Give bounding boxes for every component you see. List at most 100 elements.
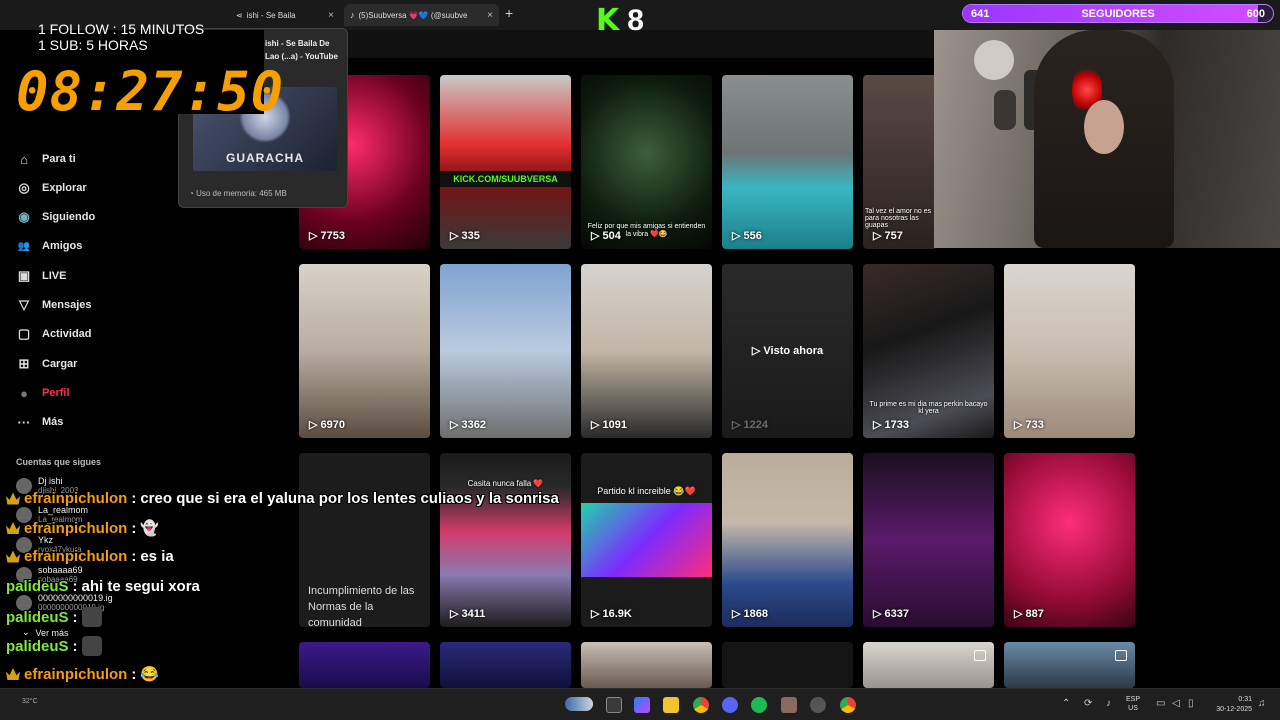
tab-share-icon: ⋖	[236, 10, 243, 20]
chat-message: palideuS:	[6, 636, 106, 656]
video-card[interactable]	[863, 642, 994, 688]
chat-separator: :	[72, 637, 78, 655]
chat-username[interactable]: efrainpichulon	[24, 490, 127, 507]
view-count: ▷ 1733	[873, 418, 909, 432]
video-caption: Partido kl increible 😂❤️	[597, 486, 696, 496]
sidebar-item-para-ti[interactable]: ⌂ Para ti	[16, 149, 76, 169]
video-card[interactable]	[299, 642, 430, 688]
chat-emote	[81, 607, 102, 627]
sync-icon[interactable]: ⟳	[1084, 698, 1092, 709]
view-count: ▷ 3411	[450, 607, 486, 621]
video-card[interactable]: Casita nunca falla ❤️ ▷ 3411	[440, 453, 571, 627]
chat-emote	[81, 636, 102, 656]
video-card[interactable]	[1004, 642, 1135, 688]
sidebar-item-amigos[interactable]: 👥 Amigos	[16, 236, 83, 256]
chat-separator: :	[72, 578, 78, 595]
tab-label: (5)Suubversa 💗💙 (@suubve	[358, 10, 468, 20]
sidebar-item-cargar[interactable]: ⊞ Cargar	[16, 354, 78, 374]
sidebar-item-label: Explorar	[42, 182, 87, 194]
video-card[interactable]: Tal vez el amor no es para nosotras las …	[863, 75, 935, 249]
compass-icon: ◎	[18, 180, 30, 195]
video-card[interactable]: ▷ 887	[1004, 453, 1135, 627]
sidebar-item-label: Cargar	[42, 358, 78, 370]
volume-icon[interactable]: ◁	[1172, 698, 1180, 709]
violation-notice: Incumplimiento de las Normas de la comun…	[308, 585, 415, 627]
chevron-up-icon[interactable]: ⌃	[1062, 698, 1070, 709]
discord-icon[interactable]	[722, 697, 738, 713]
new-tab-button[interactable]: +	[505, 5, 513, 21]
browser-tab-tiktok[interactable]: ♪ (5)Suubversa 💗💙 (@suubve ×	[344, 4, 499, 26]
sidebar-item-perfil[interactable]: ● Perfil	[16, 383, 69, 403]
search-box[interactable]	[565, 697, 593, 711]
video-card[interactable]: ▷ 6970	[299, 264, 430, 438]
sidebar-item-live[interactable]: ▣ LIVE	[16, 266, 67, 286]
video-caption: Tal vez el amor no es para nosotras las …	[865, 208, 932, 229]
sidebar-item-label: Actividad	[42, 328, 92, 340]
subathon-rules: 1 FOLLOW : 15 MINUTOS 1 SUB: 5 HORAS	[38, 21, 204, 53]
address-bar[interactable]	[344, 30, 944, 58]
play-icon: ▷	[309, 230, 318, 242]
chat-text: es ia	[140, 548, 174, 565]
video-card[interactable]: ▷ 556	[722, 75, 853, 249]
weather-widget[interactable]: 32°C	[22, 698, 38, 705]
sidebar-item-explorar[interactable]: ◎ Explorar	[16, 178, 87, 198]
chat-separator: :	[131, 490, 137, 507]
language-indicator[interactable]: ESP US	[1126, 695, 1140, 713]
video-caption: Casita nunca falla ❤️	[467, 479, 544, 488]
video-card[interactable]: ▷ 6337	[863, 453, 994, 627]
video-card[interactable]: ▷ 1091	[581, 264, 712, 438]
notification-bell-icon[interactable]: ♫	[1258, 698, 1266, 709]
close-icon[interactable]: ×	[328, 10, 334, 21]
video-card[interactable]: KICK.COM/SUUBVERSA ▷ 335	[440, 75, 571, 249]
video-card-watched[interactable]: ▷ Visto ahora ▷ 1224	[722, 264, 853, 438]
chat-username[interactable]: efrainpichulon	[24, 520, 127, 537]
video-card[interactable]	[440, 642, 571, 688]
chat-username[interactable]: efrainpichulon	[24, 666, 127, 683]
chrome-icon[interactable]	[840, 697, 856, 713]
chat-username[interactable]: efrainpichulon	[24, 548, 127, 565]
video-card[interactable]: ▷ 733	[1004, 264, 1135, 438]
network-icon[interactable]: ▭	[1156, 698, 1165, 709]
chat-text: creo que si era el yaluna por los lentes…	[140, 490, 559, 507]
file-explorer-icon[interactable]	[663, 697, 679, 713]
video-card[interactable]	[722, 642, 853, 688]
sidebar-item-actividad[interactable]: ▢ Actividad	[16, 324, 92, 344]
copilot-icon[interactable]	[634, 697, 650, 713]
task-view-icon[interactable]	[606, 697, 622, 713]
system-clock[interactable]: 0:31 30-12-2025	[1204, 695, 1252, 715]
sidebar-item-label: Para ti	[42, 153, 76, 165]
sidebar-item-mensajes[interactable]: ▽ Mensajes	[16, 295, 92, 315]
video-card[interactable]: Tu prime es mi dia mas perkin bacayo kl …	[863, 264, 994, 438]
chrome-icon[interactable]	[693, 697, 709, 713]
video-card[interactable]	[581, 642, 712, 688]
live-icon: ▣	[17, 268, 31, 283]
view-count: ▷ 6337	[873, 607, 909, 621]
sidebar-item-siguiendo[interactable]: ◉ Siguiendo	[16, 207, 95, 227]
chat-username[interactable]: palideuS	[6, 609, 69, 626]
activity-icon: ▢	[17, 326, 31, 341]
webcam-feed	[934, 30, 1280, 248]
microphone-icon[interactable]: ♪	[1106, 698, 1111, 709]
video-card[interactable]: ▷ 3362	[440, 264, 571, 438]
app-icon[interactable]	[781, 697, 797, 713]
video-card[interactable]: Feliz por que mis amigas si entienden la…	[581, 75, 712, 249]
sub-rule: 1 SUB: 5 HORAS	[38, 37, 148, 53]
view-count: ▷ 7753	[309, 229, 345, 243]
chat-username[interactable]: palideuS	[6, 578, 69, 595]
battery-icon[interactable]: ▯	[1188, 698, 1194, 709]
spotify-icon[interactable]	[751, 697, 767, 713]
video-card[interactable]: ▷ 1868	[722, 453, 853, 627]
view-count: ▷ 1224	[732, 418, 768, 432]
close-icon[interactable]: ×	[487, 10, 493, 21]
browser-tab-youtube[interactable]: ⋖ ishi - Se Baila ×	[230, 4, 340, 26]
memory-icon: ◔	[189, 189, 194, 198]
sidebar-item-mas[interactable]: ··· Más	[16, 412, 64, 432]
chat-username[interactable]: palideuS	[6, 638, 69, 655]
obs-icon[interactable]	[810, 697, 826, 713]
video-card[interactable]: Partido kl increible 😂❤️ ▷ 16.9K	[581, 453, 712, 627]
play-icon: ▷	[732, 419, 741, 431]
video-card-removed[interactable]: Incumplimiento de las Normas de la comun…	[299, 453, 430, 627]
home-icon: ⌂	[20, 151, 28, 167]
upload-icon: ⊞	[18, 356, 30, 371]
tab-label: ishi - Se Baila	[246, 10, 296, 20]
